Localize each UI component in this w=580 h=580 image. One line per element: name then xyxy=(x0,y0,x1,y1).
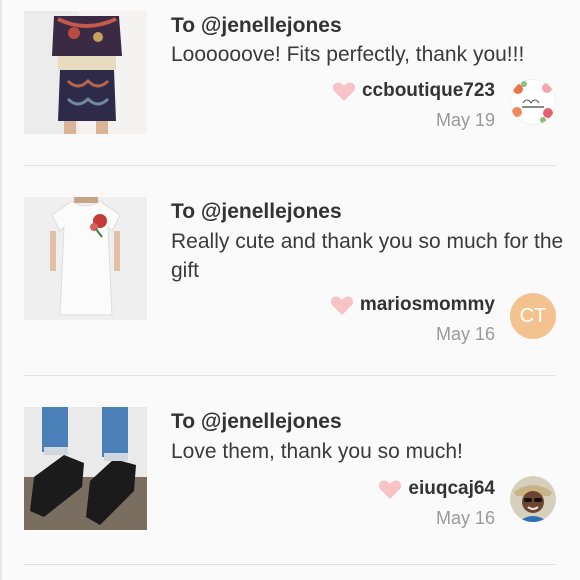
product-thumbnail-white-dress[interactable] xyxy=(24,197,147,320)
reviewer-username[interactable]: eiuqcaj64 xyxy=(408,478,495,500)
reviewer-username[interactable]: ccboutique723 xyxy=(362,80,495,102)
review-item[interactable]: To @jenellejones Really cute and thank y… xyxy=(0,166,580,376)
reviewer-username[interactable]: mariosmommy xyxy=(360,294,495,316)
reviewer-avatar-photo[interactable] xyxy=(510,476,556,522)
review-date: May 16 xyxy=(435,508,495,528)
heart-icon[interactable] xyxy=(332,80,356,102)
review-message: Really cute and thank you so much for th… xyxy=(171,230,564,282)
review-meta: mariosmommy May 16 xyxy=(330,294,495,345)
review-item[interactable]: To @jenellejones Love them, thank you so… xyxy=(0,376,580,580)
recipient-label[interactable]: To @jenellejones xyxy=(171,14,342,38)
review-message: Love them, thank you so much! xyxy=(171,440,463,463)
reviewer-avatar-initials[interactable]: CT xyxy=(510,293,556,339)
avatar-initials: CT xyxy=(519,304,547,327)
review-meta: eiuqcaj64 May 16 xyxy=(378,478,495,529)
review-date: May 19 xyxy=(435,110,495,130)
product-thumbnail-dress-floral[interactable] xyxy=(24,11,147,134)
heart-icon[interactable] xyxy=(378,478,402,500)
heart-icon[interactable] xyxy=(330,294,354,316)
recipient-label[interactable]: To @jenellejones xyxy=(171,410,342,434)
product-thumbnail-black-booties[interactable] xyxy=(24,407,147,530)
reviewer-avatar[interactable] xyxy=(510,79,556,125)
review-message: Loooooove! Fits perfectly, thank you!!! xyxy=(171,43,525,66)
recipient-label[interactable]: To @jenellejones xyxy=(171,200,342,224)
review-item[interactable]: To @jenellejones Loooooove! Fits perfect… xyxy=(0,0,580,166)
review-date: May 16 xyxy=(435,324,495,344)
review-meta: ccboutique723 May 19 xyxy=(332,80,495,131)
divider xyxy=(24,564,556,565)
